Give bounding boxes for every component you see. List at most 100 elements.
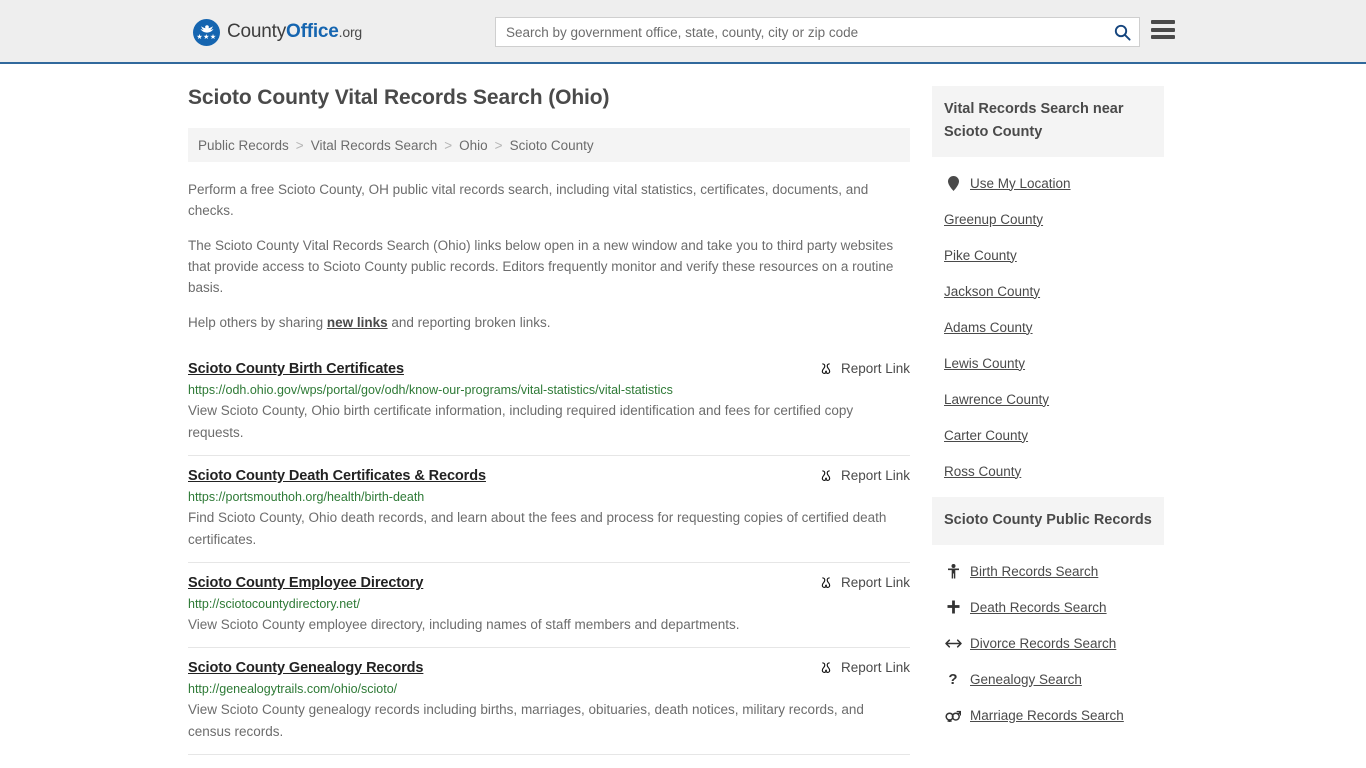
breadcrumb-separator: > xyxy=(295,137,304,153)
nearby-county-link[interactable]: Lawrence County xyxy=(944,392,1049,407)
result-header: Scioto County Employee Directory Report L… xyxy=(188,575,910,591)
nearby-county-link[interactable]: Lewis County xyxy=(944,356,1025,371)
gender-icon xyxy=(945,710,961,722)
result-url: https://portsmouthoh.org/health/birth-de… xyxy=(188,490,425,504)
public-records-item: ? Genealogy Search xyxy=(932,661,1164,697)
report-link-label: Report Link xyxy=(840,660,910,675)
logo-text-office: Office xyxy=(286,21,339,42)
result-url: http://sciotocountydirectory.net/ xyxy=(188,597,361,611)
search-button[interactable] xyxy=(1105,18,1139,46)
breadcrumb-item-4[interactable]: Scioto County xyxy=(510,138,594,153)
public-records-link[interactable]: Genealogy Search xyxy=(970,672,1082,687)
gender-icon xyxy=(944,709,962,722)
logo-text-county: County xyxy=(227,21,287,42)
result-description: Find Scioto County, Ohio death records, … xyxy=(188,510,887,547)
breadcrumb-separator: > xyxy=(494,137,503,153)
nearby-county-item: Pike County xyxy=(932,237,1164,273)
nearby-county-item: Greenup County xyxy=(932,201,1164,237)
search-bar[interactable] xyxy=(495,17,1140,47)
unlink-icon xyxy=(821,362,831,374)
hamburger-bar xyxy=(1151,35,1175,39)
result-url: http://genealogytrails.com/ohio/scioto/ xyxy=(188,682,398,696)
question-mark-icon: ? xyxy=(948,670,958,688)
eagle-icon xyxy=(200,24,213,33)
new-links-link[interactable]: new links xyxy=(327,315,388,330)
nearby-vital-records-panel: Vital Records Search near Scioto County … xyxy=(932,86,1164,489)
report-link-button[interactable]: Report Link xyxy=(819,660,910,675)
public-records-list: Birth Records Search Death Records Search… xyxy=(932,545,1164,733)
public-records-item: Death Records Search xyxy=(932,589,1164,625)
breadcrumb-item-3[interactable]: Ohio xyxy=(459,138,488,153)
result-header: Scioto County Death Certificates & Recor… xyxy=(188,468,910,484)
result-description: View Scioto County, Ohio birth certifica… xyxy=(188,403,854,440)
search-icon xyxy=(1114,24,1131,41)
nearby-county-link[interactable]: Pike County xyxy=(944,248,1017,263)
public-records-link[interactable]: Death Records Search xyxy=(970,600,1107,615)
report-link-button[interactable]: Report Link xyxy=(819,468,910,483)
nearby-county-link[interactable]: Ross County xyxy=(944,464,1021,479)
result-item: Scioto County Birth Certificates Report L… xyxy=(188,347,910,456)
search-input[interactable] xyxy=(496,18,1105,46)
hamburger-menu-icon[interactable] xyxy=(1151,20,1175,39)
breadcrumb-item-2[interactable]: Vital Records Search xyxy=(311,138,438,153)
public-records-panel: Scioto County Public Records Birth Recor… xyxy=(932,497,1164,733)
nearby-county-link[interactable]: Jackson County xyxy=(944,284,1040,299)
result-description: View Scioto County genealogy records inc… xyxy=(188,702,864,739)
nearby-county-link[interactable]: Use My Location xyxy=(970,176,1071,191)
nearby-county-link[interactable]: Carter County xyxy=(944,428,1028,443)
share-text-before: Help others by sharing xyxy=(188,315,327,330)
public-records-link[interactable]: Marriage Records Search xyxy=(970,708,1124,723)
result-title-link[interactable]: Scioto County Death Certificates & Recor… xyxy=(188,468,486,484)
result-item: Scioto County Death Certificates & Recor… xyxy=(188,456,910,563)
nearby-county-item: Use My Location xyxy=(932,165,1164,201)
map-pin-icon xyxy=(944,175,962,191)
nearby-county-link[interactable]: Greenup County xyxy=(944,212,1043,227)
result-title-link[interactable]: Scioto County Birth Certificates xyxy=(188,361,404,377)
site-logo-text: CountyOffice.org xyxy=(227,21,362,43)
hamburger-bar xyxy=(1151,27,1175,32)
baby-icon xyxy=(944,563,962,579)
intro-paragraph-2: The Scioto County Vital Records Search (… xyxy=(188,238,894,295)
breadcrumb: Public Records > Vital Records Search > Ohio… xyxy=(188,128,910,162)
result-title-link[interactable]: Scioto County Employee Directory xyxy=(188,575,423,591)
breadcrumb-item-1[interactable]: Public Records xyxy=(198,138,289,153)
unlink-icon xyxy=(821,661,831,673)
nearby-county-item: Carter County xyxy=(932,417,1164,453)
result-title-link[interactable]: Scioto County Genealogy Records xyxy=(188,660,423,676)
public-records-link[interactable]: Divorce Records Search xyxy=(970,636,1116,651)
result-item: Scioto County Employee Directory Report L… xyxy=(188,563,910,648)
public-records-link[interactable]: Birth Records Search xyxy=(970,564,1098,579)
sidebar: Vital Records Search near Scioto County … xyxy=(932,86,1164,755)
share-text-after: and reporting broken links. xyxy=(387,315,551,330)
map-pin-icon xyxy=(947,175,959,191)
report-link-button[interactable]: Report Link xyxy=(819,361,910,376)
nearby-county-item: Jackson County xyxy=(932,273,1164,309)
nearby-county-item: Lewis County xyxy=(932,345,1164,381)
result-url: https://odh.ohio.gov/wps/portal/gov/odh/… xyxy=(188,383,673,397)
arrows-horizontal-icon xyxy=(944,638,962,648)
nearby-county-link[interactable]: Adams County xyxy=(944,320,1033,335)
result-header: Scioto County Genealogy Records Report Li… xyxy=(188,660,910,676)
report-link-label: Report Link xyxy=(840,468,910,483)
public-records-panel-heading: Scioto County Public Records xyxy=(932,497,1164,545)
arrows-horizontal-icon xyxy=(944,638,962,649)
unlink-icon xyxy=(821,576,831,588)
nearby-county-item: Lawrence County xyxy=(932,381,1164,417)
nearby-county-item: Adams County xyxy=(932,309,1164,345)
public-records-item: Marriage Records Search xyxy=(932,697,1164,733)
hamburger-bar xyxy=(1151,20,1175,24)
result-item: Scioto County Genealogy Records Report Li… xyxy=(188,648,910,755)
county-office-emblem-icon: ★★★ xyxy=(193,18,220,46)
question-mark-icon: ? xyxy=(944,672,962,687)
results-list: Scioto County Birth Certificates Report L… xyxy=(188,347,910,755)
intro-paragraph-1: Perform a free Scioto County, OH public … xyxy=(188,182,869,218)
unlink-icon xyxy=(821,469,831,481)
report-link-button[interactable]: Report Link xyxy=(819,575,910,590)
result-header: Scioto County Birth Certificates Report L… xyxy=(188,361,910,377)
public-records-item: Birth Records Search xyxy=(932,553,1164,589)
main-content: Scioto County Vital Records Search (Ohio… xyxy=(188,86,910,755)
report-link-label: Report Link xyxy=(840,575,910,590)
page-title: Scioto County Vital Records Search (Ohio… xyxy=(188,86,610,109)
site-logo[interactable]: ★★★ CountyOffice.org xyxy=(193,18,362,46)
page-body: Scioto County Vital Records Search (Ohio… xyxy=(0,64,1366,755)
